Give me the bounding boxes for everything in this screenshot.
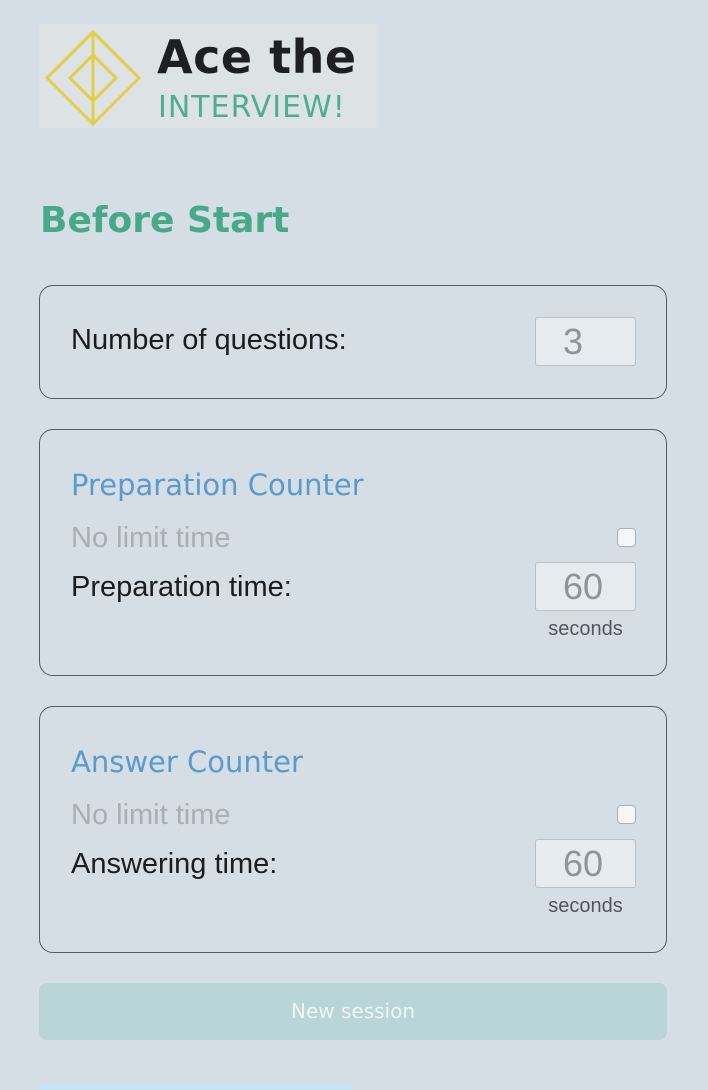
preparation-time-label: Preparation time: — [71, 571, 292, 603]
questions-card: Number of questions: — [39, 285, 667, 399]
diamond-logo-icon — [45, 30, 141, 126]
answer-seconds-label: seconds — [548, 895, 623, 917]
bottom-tab-strip — [39, 1084, 352, 1090]
answer-no-limit-label: No limit time — [71, 799, 231, 831]
logo: Ace the INTERVIEW! — [39, 24, 379, 128]
questions-count-input[interactable] — [535, 317, 636, 366]
preparation-card: Preparation Counter No limit time Prepar… — [39, 429, 667, 676]
answering-time-label: Answering time: — [71, 848, 278, 880]
preparation-time-input[interactable] — [535, 562, 636, 611]
answer-no-limit-checkbox[interactable] — [617, 805, 636, 824]
preparation-no-limit-label: No limit time — [71, 522, 231, 554]
preparation-heading: Preparation Counter — [71, 468, 364, 502]
preparation-no-limit-checkbox[interactable] — [617, 528, 636, 547]
questions-label: Number of questions: — [71, 324, 347, 356]
answer-card: Answer Counter No limit time Answering t… — [39, 706, 667, 953]
preparation-seconds-label: seconds — [548, 618, 623, 640]
page-title: Before Start — [40, 200, 290, 241]
new-session-button[interactable]: New session — [39, 983, 667, 1040]
logo-subtitle: INTERVIEW! — [158, 90, 346, 125]
answering-time-input[interactable] — [535, 839, 636, 888]
logo-title: Ace the — [157, 30, 357, 84]
answer-heading: Answer Counter — [71, 745, 303, 779]
